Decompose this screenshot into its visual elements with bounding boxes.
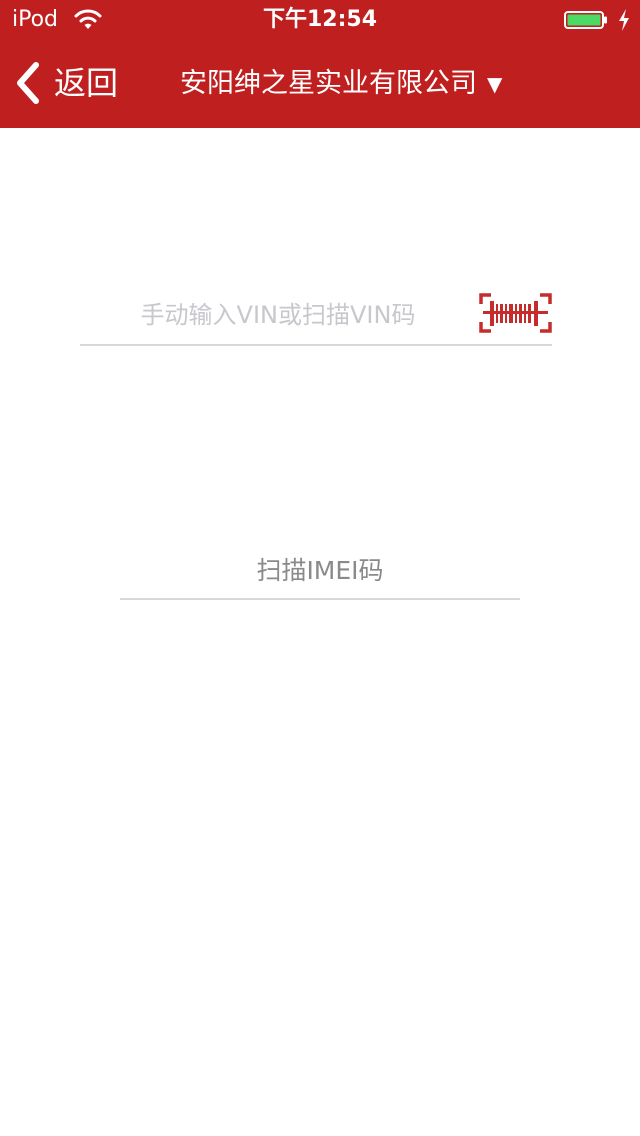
chevron-left-icon	[17, 62, 39, 104]
charging-bolt-icon	[619, 9, 629, 31]
back-button[interactable]: 返回	[14, 58, 118, 108]
barcode-scan-icon[interactable]	[479, 292, 552, 334]
vin-field-group	[80, 286, 552, 346]
battery-icon	[564, 11, 607, 29]
company-selector[interactable]: 安阳绅之星实业有限公司 ▼	[180, 64, 540, 104]
status-bar: iPod 下午12:54	[0, 0, 640, 40]
scan-imei-label: 扫描IMEI码	[256, 556, 384, 585]
company-title: 安阳绅之星实业有限公司	[180, 68, 477, 99]
status-time: 下午12:54	[262, 7, 378, 32]
back-label: 返回	[54, 64, 119, 102]
vin-input[interactable]	[80, 286, 476, 344]
top-bar: iPod 下午12:54 返回 安阳绅之星实业有限公司 ▼	[0, 0, 640, 128]
caret-down-icon: ▼	[487, 72, 503, 96]
scan-imei-button[interactable]: 扫描IMEI码	[120, 540, 520, 600]
